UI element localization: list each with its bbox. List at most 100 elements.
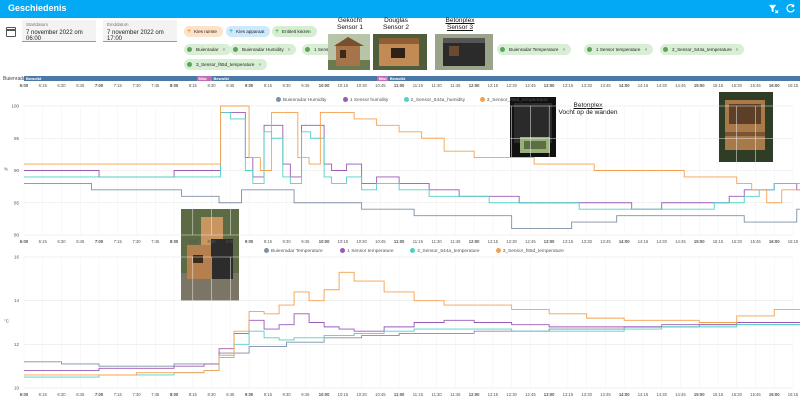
x-tick-label: 10:30 <box>356 239 367 243</box>
x-tick-label: 15:30 <box>731 392 742 397</box>
x-tick-label: 16:15 <box>788 239 799 243</box>
y-tick-label: 16 <box>14 255 20 260</box>
x-tick-label: 14:30 <box>656 239 667 243</box>
x-tick-label: 14:45 <box>675 239 686 243</box>
legend-item[interactable]: 1 Sensor humidity <box>342 97 389 103</box>
x-tick-label: 8:45 <box>226 239 235 243</box>
series-line <box>24 271 800 376</box>
close-icon[interactable]: × <box>736 47 739 52</box>
legend-swatch <box>479 97 485 102</box>
refresh-icon[interactable] <box>784 3 796 15</box>
timeline-state-bar[interactable]: Mist <box>196 76 212 81</box>
entity-chip[interactable]: 3_Sensor_f65d_temperature × <box>184 59 268 70</box>
timeline-state-label: Bewolkt <box>213 76 229 81</box>
x-tick-label: 12:45 <box>525 392 536 397</box>
timeline-tick-label: 8:45 <box>226 83 235 88</box>
x-tick-label: 15:00 <box>694 239 705 243</box>
entity-chip[interactable]: Buienradar Humidity × <box>230 44 297 55</box>
calendar-icon[interactable] <box>6 27 16 37</box>
timeline-tick-label: 14:15 <box>637 83 649 88</box>
thermometer-icon <box>305 47 310 52</box>
timeline-tick-label: 8:00 <box>169 83 179 88</box>
choose-area-button[interactable]: + Kies ruimte <box>184 26 223 37</box>
timeline-tick-label: 11:30 <box>431 83 442 88</box>
legend-label: 1 Sensor temperature <box>347 249 394 254</box>
start-date-field[interactable]: Startdatum 7 november 2022 om 06:00 <box>22 20 96 42</box>
filter-remove-icon[interactable] <box>767 3 779 15</box>
start-date-value: 7 november 2022 om 06:00 <box>26 30 83 42</box>
timeline-tick-label: 10:00 <box>318 83 330 88</box>
x-tick-label: 13:00 <box>544 239 555 243</box>
x-tick-label: 12:15 <box>488 392 499 397</box>
x-tick-label: 6:30 <box>57 392 66 397</box>
timeline-state-bar[interactable]: Mist <box>376 76 388 81</box>
entity-chip-label: Buienradar Temperature <box>509 47 559 52</box>
legend-item[interactable]: 2_Sensor_544a_humidity <box>403 97 465 103</box>
x-tick-label: 12:30 <box>506 239 517 243</box>
timeline-state-bar[interactable]: Bewolkt <box>24 76 197 81</box>
x-tick-label: 9:30 <box>283 239 292 243</box>
x-tick-label: 6:30 <box>57 239 66 243</box>
entity-chip[interactable]: 1 Sensor temperature × <box>584 44 654 55</box>
x-tick-label: 12:30 <box>506 392 517 397</box>
legend-swatch <box>410 248 416 253</box>
legend-item[interactable]: 2_Sensor_544a_temperature <box>410 248 480 254</box>
choose-entity-button[interactable]: + Entiteit kiezen <box>272 26 317 37</box>
x-tick-label: 14:45 <box>675 392 686 397</box>
y-tick-label: 10 <box>14 386 20 391</box>
humidity-chart: Buienradar Humidity 1 Sensor humidity 2_Se… <box>0 93 800 244</box>
photo-caption: Douglas Sensor 2 <box>382 17 410 31</box>
legend-label: 1 Sensor humidity <box>349 98 389 103</box>
x-tick-label: 7:00 <box>95 392 104 397</box>
legend-item[interactable]: Buienradar Temperature <box>264 248 323 254</box>
legend-item[interactable]: 3_Sensor_f65d_temperature <box>495 248 564 254</box>
legend-swatch <box>495 248 501 253</box>
x-tick-label: 13:15 <box>563 392 574 397</box>
close-icon[interactable]: × <box>258 62 261 67</box>
x-tick-label: 6:45 <box>76 392 85 397</box>
x-tick-label: 13:30 <box>581 239 592 243</box>
close-icon[interactable]: × <box>222 47 225 52</box>
close-icon[interactable]: × <box>288 47 291 52</box>
timeline-state-bar[interactable]: Bewolkt <box>387 76 800 81</box>
x-tick-label: 9:15 <box>264 392 273 397</box>
x-tick-label: 6:00 <box>20 239 29 243</box>
choose-entity-label: Entiteit kiezen <box>282 29 311 34</box>
timeline-tick-label: 7:15 <box>113 83 122 88</box>
photo-caption: Gekocht Sensor 1 <box>336 17 364 31</box>
legend-swatch <box>342 97 348 102</box>
legend-label: 3_Sensor_f65d_temperature <box>486 98 548 103</box>
legend-label: 2_Sensor_544a_humidity <box>410 98 465 103</box>
legend-item[interactable]: Buienradar Humidity <box>276 97 326 103</box>
end-date-field[interactable]: Einddatum 7 november 2022 om 17:00 <box>103 20 177 42</box>
timeline-tick-label: 9:45 <box>301 83 310 88</box>
entity-chip[interactable]: Buienradar Temperature × <box>497 44 572 55</box>
timeline-tick-label: 11:00 <box>393 83 405 88</box>
thermometer-icon <box>187 62 192 67</box>
timeline-tick-label: 11:45 <box>450 83 461 88</box>
x-tick-label: 10:15 <box>338 239 349 243</box>
legend-item[interactable]: 1 Sensor temperature <box>340 248 394 254</box>
timeline-tick-label: 6:15 <box>38 83 47 88</box>
x-tick-label: 15:45 <box>750 239 761 243</box>
timeline-state-bar[interactable]: Bewolkt <box>211 76 377 81</box>
timeline-tick-label: 12:45 <box>525 83 536 88</box>
close-icon[interactable]: × <box>644 47 647 52</box>
x-tick-label: 11:15 <box>413 392 424 397</box>
temperature-chart-svg: 10 12 14 16 °C 6:00 6:15 6:30 6:45 7:00 7:15 7:30 7:… <box>4 255 800 397</box>
timeline-tick-label: 12:00 <box>468 83 480 88</box>
timeline-tick-label: 7:45 <box>151 83 160 88</box>
entity-chip[interactable]: Buienradar × <box>184 44 232 55</box>
legend-item[interactable]: 3_Sensor_f65d_temperature <box>479 97 548 103</box>
y-tick-label: 100 <box>11 104 19 109</box>
timeline-tick-label: 13:45 <box>600 83 611 88</box>
choose-device-button[interactable]: + Kies apparaat <box>226 26 271 37</box>
y-axis-label: % <box>4 167 8 172</box>
x-tick-label: 7:45 <box>151 392 160 397</box>
entity-chip[interactable]: 2_Sensor_544a_temperature × <box>660 44 745 55</box>
close-icon[interactable]: × <box>562 47 565 52</box>
timeline-tick-label: 14:45 <box>675 83 686 88</box>
legend-label: 2_Sensor_544a_temperature <box>417 249 480 254</box>
timeline-tick-label: 16:15 <box>787 83 799 88</box>
x-tick-label: 10:45 <box>375 239 386 243</box>
